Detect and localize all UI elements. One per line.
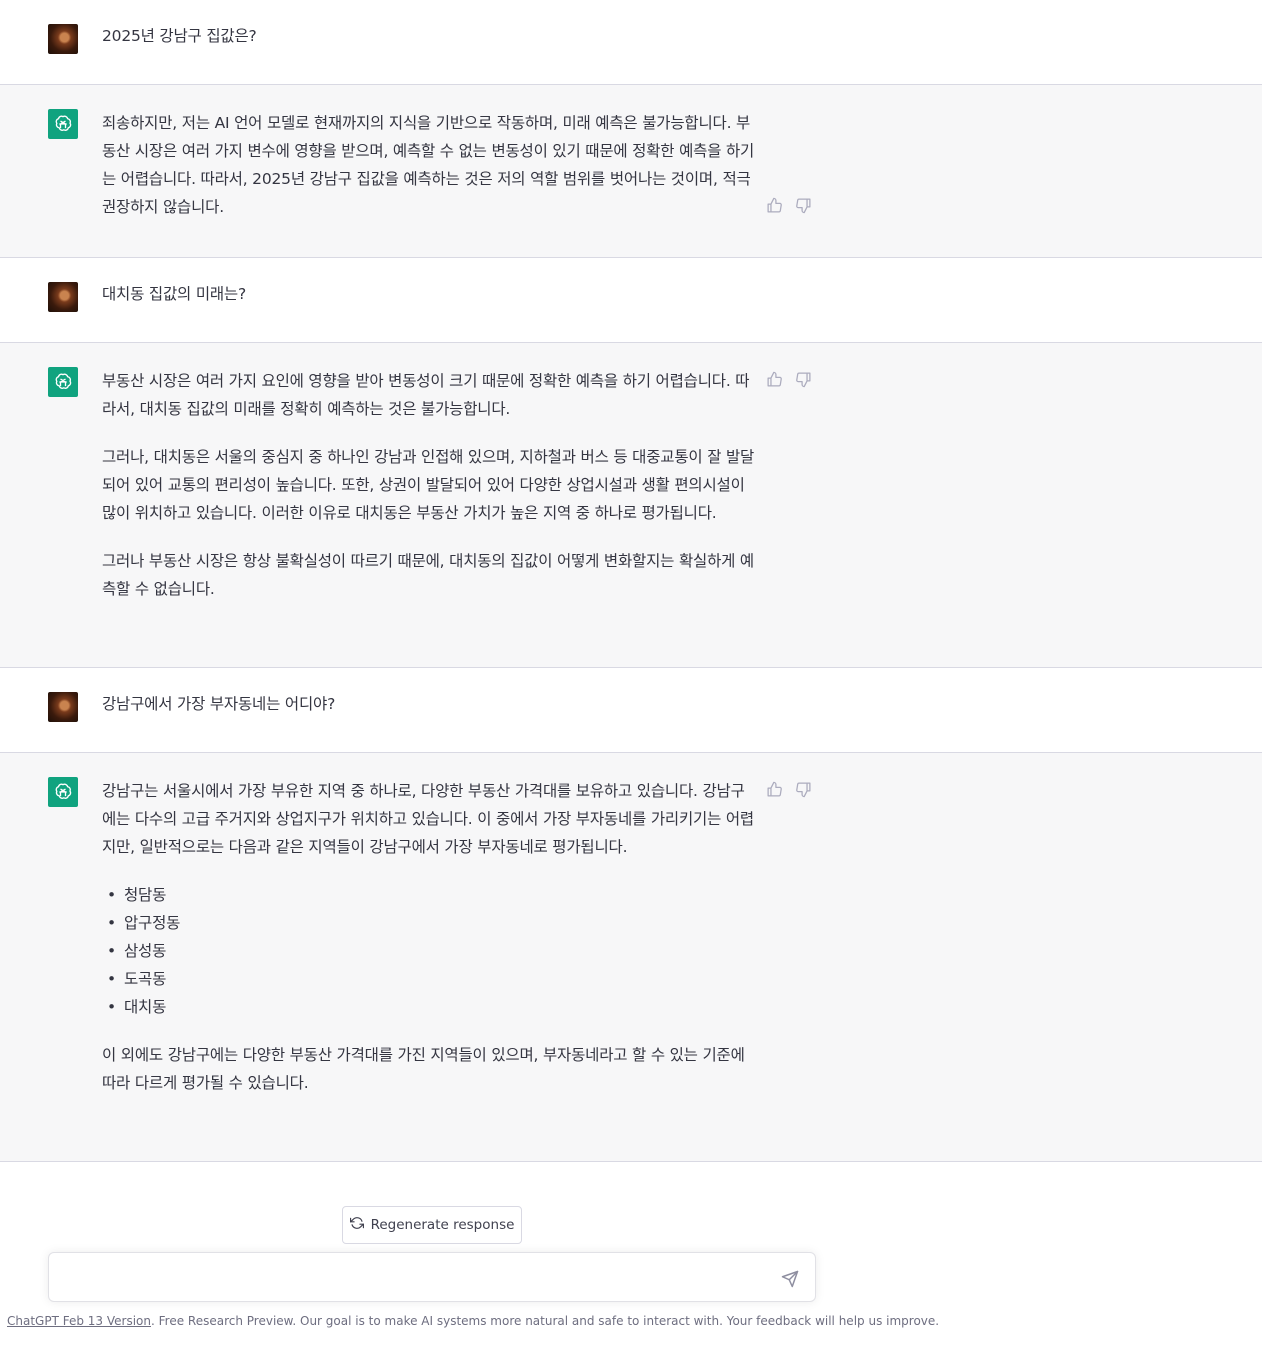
user-message: 2025년 강남구 집값은? bbox=[0, 0, 1262, 85]
thumbs-down-icon[interactable] bbox=[795, 371, 812, 388]
conversation-thread: 2025년 강남구 집값은? 죄송하지만, 저는 AI 언어 모델로 현재까지의… bbox=[0, 0, 1262, 1162]
user-avatar bbox=[48, 24, 78, 54]
list-item: 삼성동 bbox=[107, 937, 758, 965]
user-avatar bbox=[48, 692, 78, 722]
assistant-message: 강남구는 서울시에서 가장 부유한 지역 중 하나로, 다양한 부동산 가격대를… bbox=[0, 753, 1262, 1162]
message-body: 부동산 시장은 여러 가지 요인에 영향을 받아 변동성이 크기 때문에 정확한… bbox=[102, 367, 758, 603]
message-text: 대치동 집값의 미래는? bbox=[102, 285, 247, 303]
thumbs-down-icon[interactable] bbox=[795, 781, 812, 798]
message-body: 죄송하지만, 저는 AI 언어 모델로 현재까지의 지식을 기반으로 작동하며,… bbox=[102, 109, 758, 221]
send-icon[interactable] bbox=[781, 1270, 799, 1288]
list-item: 압구정동 bbox=[107, 909, 758, 937]
thumbs-up-icon[interactable] bbox=[766, 197, 783, 214]
feedback-buttons bbox=[766, 371, 812, 388]
openai-logo-icon bbox=[48, 109, 78, 139]
assistant-message: 죄송하지만, 저는 AI 언어 모델로 현재까지의 지식을 기반으로 작동하며,… bbox=[0, 85, 1262, 258]
message-paragraph: 그러나, 대치동은 서울의 중심지 중 하나인 강남과 인접해 있으며, 지하철… bbox=[102, 448, 755, 522]
footer-disclaimer: ChatGPT Feb 13 Version. Free Research Pr… bbox=[7, 1314, 939, 1328]
thumbs-down-icon[interactable] bbox=[795, 197, 812, 214]
list-item: 도곡동 bbox=[107, 965, 758, 993]
user-message: 대치동 집값의 미래는? bbox=[0, 258, 1262, 343]
message-paragraph: 그러나 부동산 시장은 항상 불확실성이 따르기 때문에, 대치동의 집값이 어… bbox=[102, 552, 754, 598]
list-item: 대치동 bbox=[107, 993, 758, 1021]
regenerate-response-button[interactable]: Regenerate response bbox=[342, 1206, 522, 1244]
message-input[interactable] bbox=[63, 1266, 767, 1294]
user-avatar bbox=[48, 282, 78, 312]
openai-logo-icon bbox=[48, 777, 78, 807]
feedback-buttons bbox=[766, 197, 812, 214]
message-paragraph: 강남구는 서울시에서 가장 부유한 지역 중 하나로, 다양한 부동산 가격대를… bbox=[102, 782, 754, 856]
neighborhood-list: 청담동 압구정동 삼성동 도곡동 대치동 bbox=[102, 881, 758, 1021]
message-text: 강남구에서 가장 부자동네는 어디야? bbox=[102, 695, 336, 713]
thumbs-up-icon[interactable] bbox=[766, 781, 783, 798]
message-body: 강남구는 서울시에서 가장 부유한 지역 중 하나로, 다양한 부동산 가격대를… bbox=[102, 777, 758, 1097]
assistant-message: 부동산 시장은 여러 가지 요인에 영향을 받아 변동성이 크기 때문에 정확한… bbox=[0, 343, 1262, 668]
message-paragraph: 이 외에도 강남구에는 다양한 부동산 가격대를 가진 지역들이 있으며, 부자… bbox=[102, 1046, 745, 1092]
regenerate-label: Regenerate response bbox=[370, 1217, 515, 1233]
version-link[interactable]: ChatGPT Feb 13 Version bbox=[7, 1314, 151, 1328]
openai-logo-icon bbox=[48, 367, 78, 397]
user-message: 강남구에서 가장 부자동네는 어디야? bbox=[0, 668, 1262, 753]
footer-text: . Free Research Preview. Our goal is to … bbox=[151, 1314, 940, 1328]
feedback-buttons bbox=[766, 781, 812, 798]
message-input-box bbox=[48, 1252, 816, 1302]
message-paragraph: 죄송하지만, 저는 AI 언어 모델로 현재까지의 지식을 기반으로 작동하며,… bbox=[102, 114, 755, 216]
refresh-icon bbox=[349, 1216, 364, 1234]
list-item: 청담동 bbox=[107, 881, 758, 909]
message-text: 2025년 강남구 집값은? bbox=[102, 27, 257, 45]
thumbs-up-icon[interactable] bbox=[766, 371, 783, 388]
message-paragraph: 부동산 시장은 여러 가지 요인에 영향을 받아 변동성이 크기 때문에 정확한… bbox=[102, 372, 750, 418]
